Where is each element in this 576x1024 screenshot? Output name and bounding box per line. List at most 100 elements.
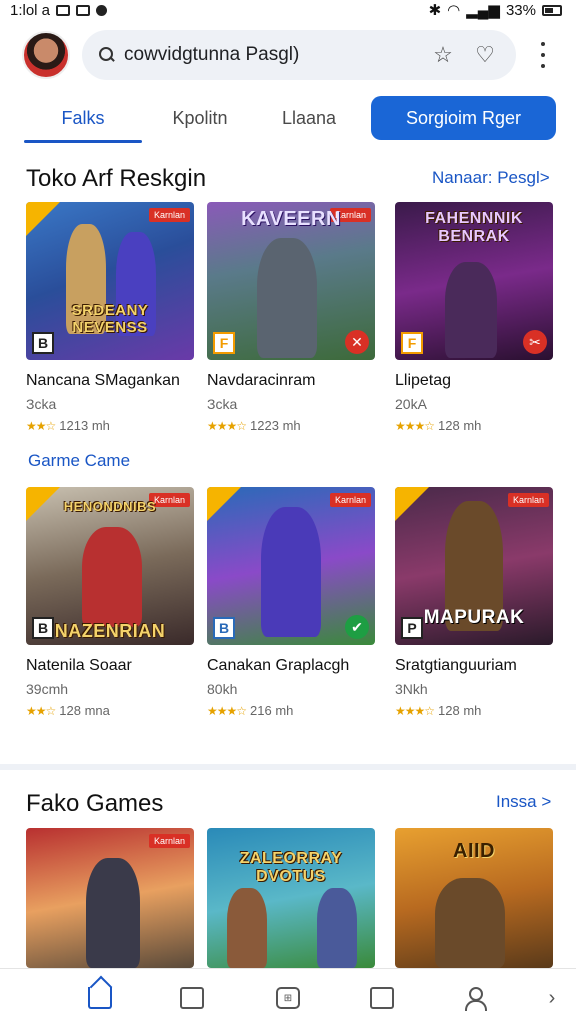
game-art-title: MAPURAK [423,607,525,628]
rating-badge: B [213,617,235,639]
game-card[interactable]: Karnlan KAVEERN F ✕ Navdaracinram Зcka ★… [207,202,375,433]
game-art-title: FAHENNNIK BENRAK [425,210,523,245]
game-art-title: KAVEERN [241,208,341,230]
game-card[interactable]: FAHENNNIK BENRAK F ✂ Llipetag 20kA ★★★☆ 1… [395,202,553,433]
square-icon[interactable] [370,987,394,1009]
stars-icon: ★★★☆ [395,418,435,433]
game-name: Navdaracinram [207,372,316,389]
game-card[interactable]: AIID [395,828,553,968]
action-icon[interactable]: ✔ [345,615,369,639]
section-divider [0,764,576,770]
tab-bar: Falks Kpolitn Llaana Sorgioim Rger [0,96,576,144]
rating-badge: B [32,617,54,639]
rating-badge: F [401,332,423,354]
search-icon [98,46,116,64]
game-card[interactable]: Karnlan MAPURAK P Sratgtianguuriam 3Nkh … [395,487,553,718]
bottom-navigation: ⊞ › [0,968,576,1024]
tag-badge: Karnlan [329,493,371,507]
game-thumbnail: AIID [395,828,553,968]
section-title-top: Toko Arf Reskgin [26,165,207,192]
tag-badge: Karnlan [148,208,190,222]
game-card[interactable]: Karnlan SRDEANY NEVENSS B Nancana SMagan… [26,202,194,433]
status-time: 1:lol a [10,1,51,19]
notification-icon [56,4,71,16]
game-size: Зcka [207,396,238,412]
wifi-icon: ◠ [447,2,461,19]
corner-ribbon [395,487,429,521]
tag-badge: Karnlan [148,834,190,848]
tag-badge: Karnlan [507,493,549,507]
heart-icon[interactable]: ♡ [470,40,500,70]
game-thumbnail: Karnlan SRDEANY NEVENSS B [26,202,194,360]
star-icon[interactable]: ☆ [428,40,458,70]
corner-ribbon [26,202,60,236]
game-rating: ★★★☆ 216 mh [207,703,294,718]
game-rating: ★★☆ 128 mna [26,703,110,718]
battery-icon [542,4,562,16]
game-size: Зcka [26,396,57,412]
game-thumbnail: Karnlan B ✔ [207,487,375,645]
header: ☆ ♡ [0,28,576,88]
game-art-title: SRDEANY NEVENSS [71,302,149,336]
game-card[interactable]: Karnlan HENONDNIBS NAZENRIAN B Natenila … [26,487,194,718]
game-art-subtitle: HENONDNIBS [63,499,157,514]
search-bar[interactable]: ☆ ♡ [82,30,516,80]
game-card[interactable]: Karnlan B ✔ Canakan Graplacgh 80kh ★★★☆ 2… [207,487,375,718]
game-rating: ★★★☆ 128 mh [395,703,482,718]
game-name: Sratgtianguuriam [395,657,517,674]
game-name: Natenila Soaar [26,657,132,674]
chevron-right-icon[interactable]: › [540,987,564,1009]
group-label[interactable]: Garme Came [28,451,130,471]
avatar[interactable] [22,31,70,79]
game-thumbnail: FAHENNNIK BENRAK F ✂ [395,202,553,360]
section-title-bottom: Fako Games [26,790,164,817]
signal-icon: ▂▄▆ [466,2,500,19]
game-art-title: ZALEORRAY DVOTUS [239,850,343,885]
game-size: 3Nkh [395,681,428,697]
stars-icon: ★★☆ [26,418,56,433]
corner-ribbon [207,487,241,521]
tab-falks[interactable]: Falks [24,96,142,143]
tab-llaana[interactable]: Llaana [262,96,356,140]
character-figure [317,888,357,968]
game-thumbnail: Karnlan [26,828,194,968]
game-size: 80kh [207,681,238,697]
bluetooth-icon: ✱ [428,2,442,19]
action-icon[interactable]: ✂ [523,330,547,354]
game-name: Canakan Graplacgh [207,657,350,674]
rating-badge: B [32,332,54,354]
character-figure [257,238,317,358]
section-link-top[interactable]: Nanaar: Pesgl> [432,168,550,188]
game-size: 39cmh [26,681,69,697]
game-thumbnail: ZALEORRAY DVOTUS [207,828,375,968]
person-icon[interactable] [464,987,487,1011]
character-figure [445,262,497,358]
character-figure [261,507,321,637]
character-figure [227,888,267,968]
more-options-icon[interactable] [534,42,552,68]
game-rating: ★★★☆ 128 mh [395,418,482,433]
stars-icon: ★★★☆ [395,703,435,718]
game-thumbnail: Karnlan KAVEERN F ✕ [207,202,375,360]
battery-percent: 33% [505,1,536,19]
apps-icon[interactable]: ⊞ [276,987,300,1009]
stars-icon: ★★☆ [26,703,56,718]
stars-icon: ★★★☆ [207,418,247,433]
section-link-bottom[interactable]: Inssa > [496,792,551,812]
game-name: Llipetag [395,372,452,389]
search-input[interactable] [124,44,416,66]
status-bar: 1:lol a ✱ ◠ ▂▄▆ 33% [0,0,576,20]
tab-sorgioim-rger[interactable]: Sorgioim Rger [371,96,556,140]
home-icon[interactable] [88,987,112,1009]
rating-badge: P [401,617,423,639]
game-thumbnail: Karnlan HENONDNIBS NAZENRIAN B [26,487,194,645]
game-art-title: AIID [453,840,495,862]
character-figure [435,878,505,968]
game-name: Nancana SMagankan [26,372,180,389]
tab-kpolitn[interactable]: Kpolitn [150,96,250,140]
action-icon[interactable]: ✕ [345,330,369,354]
game-card[interactable]: Karnlan [26,828,194,968]
game-card[interactable]: ZALEORRAY DVOTUS [207,828,375,968]
dot-icon [96,4,108,16]
square-icon[interactable] [180,987,204,1009]
